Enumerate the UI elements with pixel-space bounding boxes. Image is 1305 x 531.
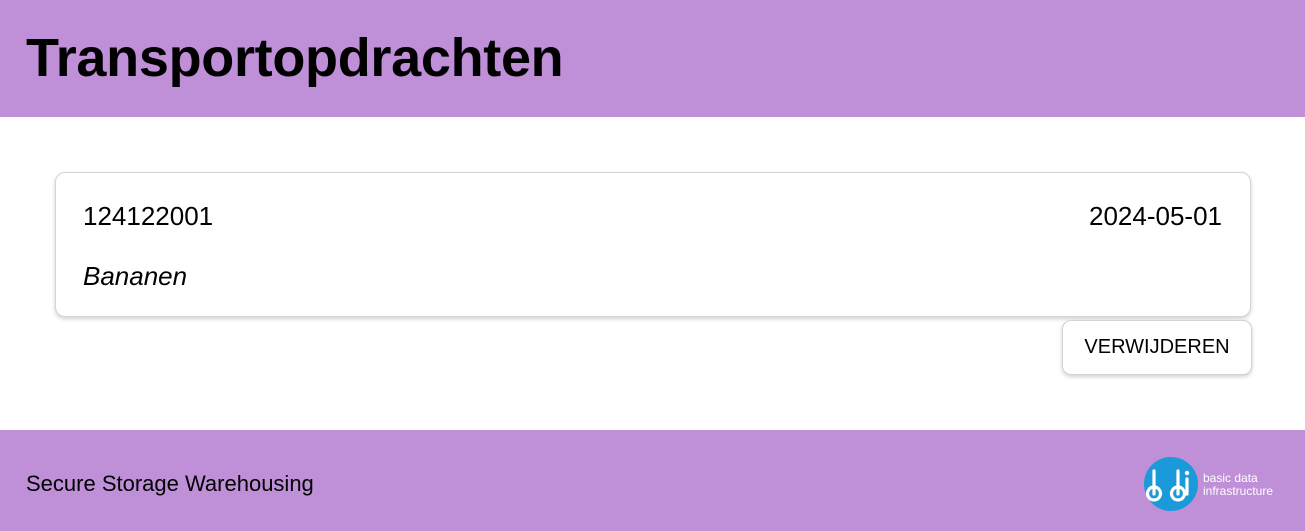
page-title: Transportopdrachten	[26, 28, 564, 88]
page-footer: Secure Storage Warehousing basic data in…	[0, 430, 1305, 531]
delete-button[interactable]: VERWIJDEREN	[1062, 320, 1252, 375]
main-content: 124122001 2024-05-01 Bananen VERWIJDEREN	[0, 117, 1305, 430]
transport-order-card[interactable]: 124122001 2024-05-01 Bananen	[55, 172, 1251, 317]
order-number: 124122001	[83, 201, 214, 231]
bdi-logo-tagline: basic data infrastructure	[1203, 472, 1288, 498]
page-header: Transportopdrachten	[0, 0, 1305, 117]
bdi-logo: basic data infrastructure	[1144, 457, 1284, 513]
order-date: 2024-05-01	[1089, 201, 1222, 231]
order-product: Bananen	[83, 261, 188, 291]
bdi-tagline-line2: infrastructure	[1203, 484, 1274, 498]
bdi-logo-mark-icon	[1145, 469, 1190, 502]
footer-company-name: Secure Storage Warehousing	[26, 471, 314, 496]
